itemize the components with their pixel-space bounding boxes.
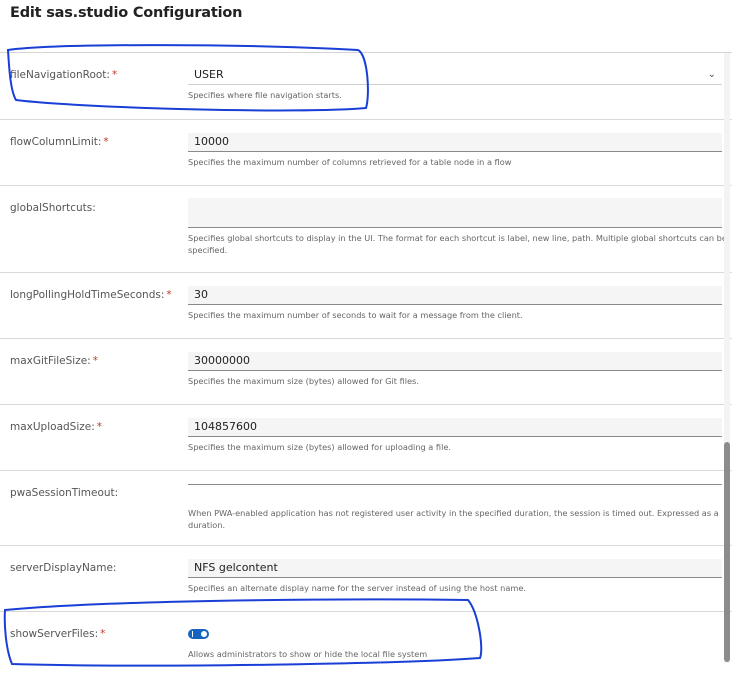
toggle-on-mark — [192, 631, 193, 637]
required-marker: * — [100, 628, 106, 640]
required-marker: * — [92, 355, 98, 367]
field-help: Specifies where file navigation starts. — [188, 90, 342, 100]
field-help: Specifies an alternate display name for … — [188, 583, 526, 593]
dialog-title: Edit sas.studio Configuration — [10, 5, 243, 21]
pwa-session-timeout-input[interactable] — [188, 484, 722, 485]
config-row-maxGitFileSize: maxGitFileSize: * 30000000 Specifies the … — [0, 339, 732, 405]
field-help: Allows administrators to show or hide th… — [188, 649, 428, 659]
field-label: serverDisplayName: — [10, 562, 117, 574]
field-help: Specifies the maximum number of columns … — [188, 157, 512, 167]
field-label: maxGitFileSize: * — [10, 355, 98, 367]
required-marker: * — [96, 421, 103, 433]
field-label: maxUploadSize: * — [10, 421, 103, 433]
config-row-showServerFiles: showServerFiles: * Allows administrators … — [0, 612, 732, 676]
flow-column-limit-input[interactable]: 10000 — [188, 133, 722, 152]
field-label: longPollingHoldTimeSeconds: * — [10, 289, 172, 301]
field-help: Specifies global shortcuts to display in… — [188, 233, 727, 255]
required-marker: * — [111, 69, 118, 81]
file-navigation-root-select[interactable]: USER ⌄ — [188, 66, 722, 85]
long-polling-hold-time-input[interactable]: 30 — [188, 286, 722, 305]
max-upload-size-input[interactable]: 104857600 — [188, 418, 722, 437]
field-help: Specifies the maximum size (bytes) allow… — [188, 376, 419, 386]
configuration-list: fileNavigationRoot: * USER ⌄ Specifies wh… — [0, 53, 732, 676]
select-value: USER — [194, 68, 224, 81]
config-row-pwaSessionTimeout: pwaSessionTimeout: When PWA-enabled appl… — [0, 471, 732, 546]
field-label: flowColumnLimit: * — [10, 136, 109, 148]
config-row-serverDisplayName: serverDisplayName: NFS gelcontent Specif… — [0, 546, 732, 612]
config-row-flowColumnLimit: flowColumnLimit: * 10000 Specifies the ma… — [0, 120, 732, 186]
field-label: pwaSessionTimeout: — [10, 487, 119, 499]
config-row-fileNavigationRoot: fileNavigationRoot: * USER ⌄ Specifies wh… — [0, 53, 732, 120]
global-shortcuts-textarea[interactable] — [188, 198, 722, 228]
field-label: globalShortcuts: — [10, 202, 96, 214]
field-label: showServerFiles: * — [10, 628, 106, 640]
config-row-longPollingHoldTimeSeconds: longPollingHoldTimeSeconds: * 30 Specifie… — [0, 273, 732, 339]
server-display-name-input[interactable]: NFS gelcontent — [188, 559, 722, 578]
required-marker: * — [103, 136, 109, 148]
max-git-file-size-input[interactable]: 30000000 — [188, 352, 722, 371]
field-help: Specifies the maximum number of seconds … — [188, 310, 523, 320]
field-label: fileNavigationRoot: * — [10, 69, 118, 81]
required-marker: * — [166, 289, 172, 301]
field-help: When PWA-enabled application has not reg… — [188, 508, 719, 530]
toggle-knob — [201, 631, 207, 637]
scrollbar-thumb[interactable] — [724, 442, 730, 662]
config-row-globalShortcuts: globalShortcuts: Specifies global shortc… — [0, 186, 732, 273]
show-server-files-toggle[interactable] — [188, 629, 209, 639]
config-row-maxUploadSize: maxUploadSize: * 104857600 Specifies the … — [0, 405, 732, 471]
chevron-down-icon: ⌄ — [707, 69, 716, 80]
field-help: Specifies the maximum size (bytes) allow… — [188, 442, 451, 452]
